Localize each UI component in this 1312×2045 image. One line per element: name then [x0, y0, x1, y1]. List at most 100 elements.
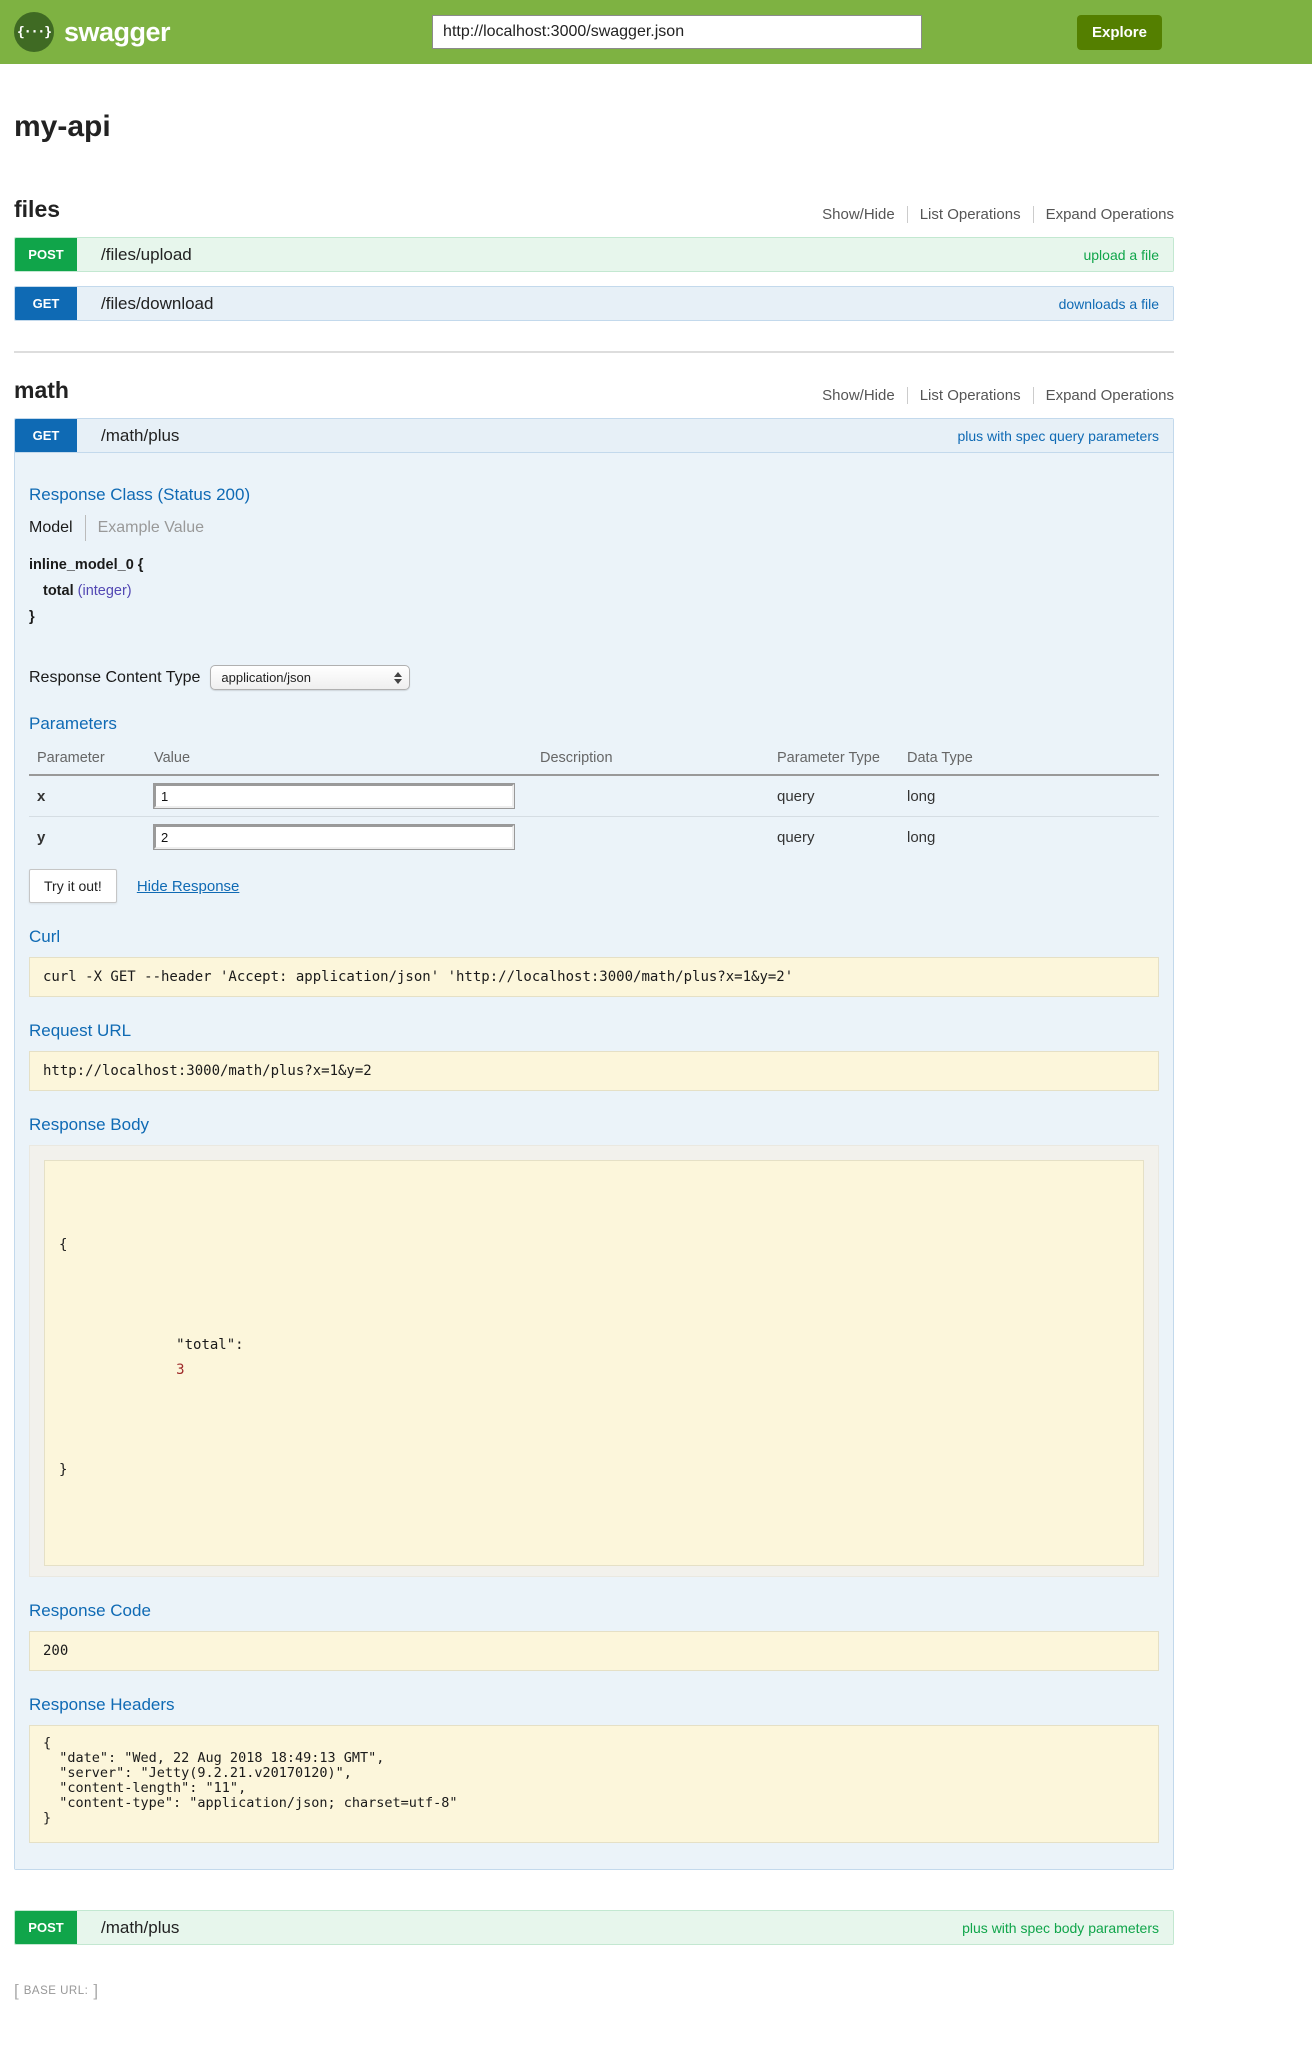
operation-path: /math/plus: [101, 426, 179, 446]
model-property: total (integer): [29, 583, 1159, 599]
param-x-input[interactable]: [154, 784, 514, 808]
operation-post-files-upload: POST /files/upload upload a file: [14, 237, 1174, 272]
operation-summary-link[interactable]: downloads a file: [1059, 296, 1159, 312]
bracket-close: ]: [93, 1981, 98, 2001]
col-description: Description: [540, 744, 777, 775]
show-hide-link[interactable]: Show/Hide: [810, 206, 907, 223]
model-property-type: (integer): [78, 583, 132, 599]
json-total-line: "total": 3: [59, 1308, 1129, 1408]
param-description: [540, 775, 777, 817]
hide-response-link[interactable]: Hide Response: [137, 878, 240, 895]
expand-operations-link[interactable]: Expand Operations: [1033, 387, 1174, 404]
resource-name-math[interactable]: math: [14, 377, 69, 404]
operation-path: /math/plus: [101, 1918, 179, 1938]
explore-button[interactable]: Explore: [1077, 15, 1162, 50]
content-wrap: my-api files Show/Hide List Operations E…: [14, 110, 1174, 2001]
model-property-name: total: [43, 583, 74, 599]
resource-header-math: math Show/Hide List Operations Expand Op…: [14, 377, 1174, 404]
response-code-heading: Response Code: [29, 1601, 1159, 1621]
model-tabs: Model Example Value: [29, 515, 1159, 541]
request-url-value: http://localhost:3000/math/plus?x=1&y=2: [29, 1051, 1159, 1091]
operation-summary-link[interactable]: plus with spec query parameters: [957, 428, 1159, 444]
curl-command: curl -X GET --header 'Accept: applicatio…: [29, 957, 1159, 997]
parameters-heading: Parameters: [29, 714, 1159, 734]
col-parameter-type: Parameter Type: [777, 744, 907, 775]
param-type: query: [777, 817, 907, 858]
parameters-table: Parameter Value Description Parameter Ty…: [29, 744, 1159, 857]
get-method-badge: GET: [15, 287, 77, 320]
top-bar: {···} swagger Explore: [0, 0, 1312, 64]
param-data-type: long: [907, 817, 1159, 858]
col-data-type: Data Type: [907, 744, 1159, 775]
response-content-type-row: Response Content Type application/json: [29, 665, 1159, 690]
param-name: x: [29, 775, 154, 817]
response-class-heading: Response Class (Status 200): [29, 485, 1159, 505]
param-description: [540, 817, 777, 858]
json-key: "total":: [176, 1337, 243, 1353]
response-content-type-label: Response Content Type: [29, 669, 200, 687]
operation-path: /files/upload: [101, 245, 192, 265]
spec-url-input[interactable]: [432, 15, 922, 49]
response-headers-value: { "date": "Wed, 22 Aug 2018 18:49:13 GMT…: [29, 1725, 1159, 1843]
operation-get-files-download: GET /files/download downloads a file: [14, 286, 1174, 321]
operation-header[interactable]: GET /files/download downloads a file: [15, 287, 1173, 320]
get-method-badge: GET: [15, 419, 77, 452]
response-headers-heading: Response Headers: [29, 1695, 1159, 1715]
bracket-open: [: [14, 1981, 19, 2001]
response-code-value: 200: [29, 1631, 1159, 1671]
base-url-label: BASE URL:: [24, 1985, 89, 1997]
selected-content-type: application/json: [221, 670, 311, 685]
operation-post-math-plus: POST /math/plus plus with spec body para…: [14, 1910, 1174, 1945]
param-data-type: long: [907, 775, 1159, 817]
list-operations-link[interactable]: List Operations: [907, 387, 1033, 404]
select-arrows-icon: [394, 672, 402, 684]
resource-controls: Show/Hide List Operations Expand Operati…: [810, 387, 1174, 404]
post-method-badge: POST: [15, 238, 77, 271]
parameters-header-row: Parameter Value Description Parameter Ty…: [29, 744, 1159, 775]
tab-example-value[interactable]: Example Value: [85, 515, 204, 541]
expand-operations-link[interactable]: Expand Operations: [1033, 206, 1174, 223]
api-title: my-api: [14, 110, 1174, 144]
swagger-logo-text: swagger: [64, 17, 170, 48]
json-value: 3: [176, 1362, 184, 1378]
col-parameter: Parameter: [29, 744, 154, 775]
operation-header[interactable]: POST /files/upload upload a file: [15, 238, 1173, 271]
operation-get-math-plus: GET /math/plus plus with spec query para…: [14, 418, 1174, 1870]
response-body-container: { "total": 3 }: [29, 1145, 1159, 1577]
resource-divider: [14, 351, 1174, 353]
operation-header[interactable]: POST /math/plus plus with spec body para…: [15, 1911, 1173, 1944]
response-body-heading: Response Body: [29, 1115, 1159, 1135]
operation-header[interactable]: GET /math/plus plus with spec query para…: [15, 419, 1173, 452]
operation-path: /files/download: [101, 294, 213, 314]
model-name: inline_model_0 {: [29, 557, 1159, 573]
param-y-input[interactable]: [154, 825, 514, 849]
operation-summary-link[interactable]: upload a file: [1083, 247, 1159, 263]
try-it-out-button[interactable]: Try it out!: [29, 869, 117, 903]
tab-model[interactable]: Model: [29, 515, 85, 541]
response-body-json: { "total": 3 }: [44, 1160, 1144, 1566]
json-close-brace: }: [59, 1458, 1129, 1483]
swagger-logo[interactable]: {···} swagger: [14, 12, 170, 52]
operation-summary-link[interactable]: plus with spec body parameters: [962, 1920, 1159, 1936]
parameter-row-x: x query long: [29, 775, 1159, 817]
swagger-braces-icon: {···}: [14, 12, 54, 52]
param-name: y: [29, 817, 154, 858]
model-signature: inline_model_0 { total (integer) }: [29, 557, 1159, 625]
try-row: Try it out! Hide Response: [29, 869, 1159, 903]
base-url-footer: [ BASE URL: ]: [14, 1981, 1174, 2001]
col-value: Value: [154, 744, 540, 775]
request-url-heading: Request URL: [29, 1021, 1159, 1041]
resource-header-files: files Show/Hide List Operations Expand O…: [14, 196, 1174, 223]
list-operations-link[interactable]: List Operations: [907, 206, 1033, 223]
curl-heading: Curl: [29, 927, 1159, 947]
show-hide-link[interactable]: Show/Hide: [810, 387, 907, 404]
post-method-badge: POST: [15, 1911, 77, 1944]
model-close-brace: }: [29, 609, 1159, 625]
resource-controls: Show/Hide List Operations Expand Operati…: [810, 206, 1174, 223]
parameter-row-y: y query long: [29, 817, 1159, 858]
param-type: query: [777, 775, 907, 817]
json-open-brace: {: [59, 1233, 1129, 1258]
resource-name-files[interactable]: files: [14, 196, 60, 223]
operation-detail-panel: Response Class (Status 200) Model Exampl…: [15, 452, 1173, 1869]
response-content-type-select[interactable]: application/json: [210, 665, 410, 690]
